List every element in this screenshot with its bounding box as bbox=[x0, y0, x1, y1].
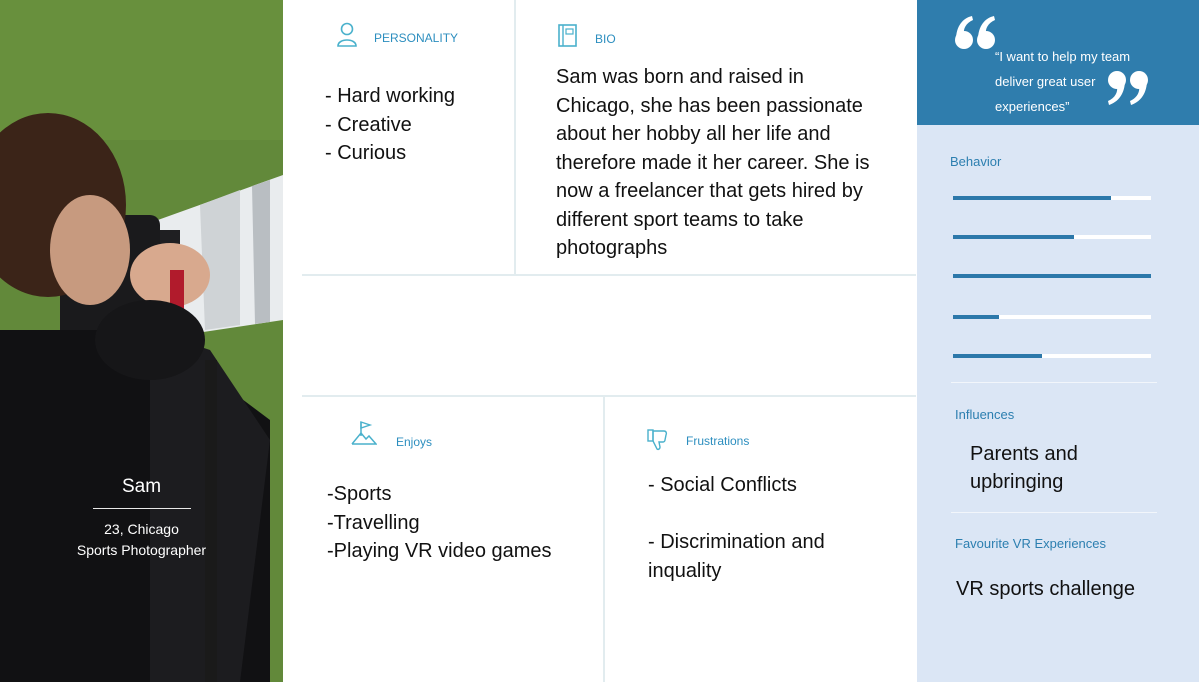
open-quote-icon bbox=[955, 16, 995, 49]
frustrations-label: Frustrations bbox=[686, 434, 750, 448]
name-divider bbox=[93, 508, 191, 509]
behavior-divider bbox=[951, 382, 1157, 383]
personality-label: PERSONALITY bbox=[374, 31, 459, 45]
influences-label: Influences bbox=[955, 407, 1015, 422]
behavior-bar-fill bbox=[953, 315, 999, 319]
trait-item: - Creative bbox=[325, 113, 412, 136]
behavior-bar-fill bbox=[953, 274, 1151, 278]
influences-divider bbox=[951, 512, 1157, 513]
persona-age-location: 23, Chicago bbox=[104, 521, 179, 537]
persona-occupation: Sports Photographer bbox=[76, 542, 207, 558]
influences-text: Parents and upbringing bbox=[970, 443, 1078, 493]
behavior-bar-track bbox=[953, 274, 1151, 278]
bio-text: Sam was born and raised in Chicago, she … bbox=[556, 66, 870, 259]
frustration-item: - Social Conflicts bbox=[648, 474, 797, 496]
section-divider-middle bbox=[302, 395, 916, 397]
favourite-vr-label: Favourite VR Experiences bbox=[955, 536, 1107, 551]
frustrations-list: - Social Conflicts - Discrimination and … bbox=[648, 471, 888, 585]
persona-name: Sam bbox=[121, 476, 162, 497]
favourite-vr-text: VR sports challenge bbox=[956, 578, 1135, 600]
behavior-bar-track bbox=[953, 196, 1151, 200]
trait-item: - Curious bbox=[325, 142, 407, 164]
enjoys-item: -Travelling bbox=[327, 511, 420, 534]
section-divider-vertical-top bbox=[514, 0, 516, 274]
close-quote-icon bbox=[1108, 71, 1148, 105]
bio-label: BIO bbox=[595, 32, 616, 46]
personality-traits: - Hard working - Creative - Curious bbox=[325, 82, 455, 168]
side-panel: Behavior Influences Parents and upbringi… bbox=[917, 125, 1199, 682]
photographer-photo bbox=[0, 0, 283, 682]
flag-mountain-icon bbox=[351, 421, 377, 445]
behavior-bar-track bbox=[953, 315, 1151, 319]
enjoys-item: -Playing VR video games bbox=[327, 540, 552, 562]
quote-banner: “I want to help my team deliver great us… bbox=[917, 0, 1199, 125]
frustration-item: - Discrimination and inquality bbox=[648, 531, 825, 582]
enjoys-list: -Sports -Travelling -Playing VR video ga… bbox=[327, 480, 552, 566]
persona-photo-panel: Sam 23, Chicago Sports Photographer bbox=[0, 0, 283, 682]
book-icon bbox=[558, 24, 577, 47]
behavior-label: Behavior bbox=[950, 154, 1002, 169]
person-icon bbox=[337, 22, 357, 47]
behavior-bar-track bbox=[953, 354, 1151, 358]
behavior-bar-track bbox=[953, 235, 1151, 239]
section-divider-top bbox=[302, 274, 916, 276]
thumbs-down-icon bbox=[647, 429, 668, 451]
behavior-bar-fill bbox=[953, 235, 1074, 239]
behavior-bar-fill bbox=[953, 354, 1043, 358]
behavior-bar-fill bbox=[953, 196, 1112, 200]
enjoys-item: -Sports bbox=[327, 483, 392, 505]
section-divider-vertical-bottom bbox=[603, 397, 605, 682]
trait-item: - Hard working bbox=[325, 85, 456, 107]
enjoys-label: Enjoys bbox=[396, 435, 433, 449]
